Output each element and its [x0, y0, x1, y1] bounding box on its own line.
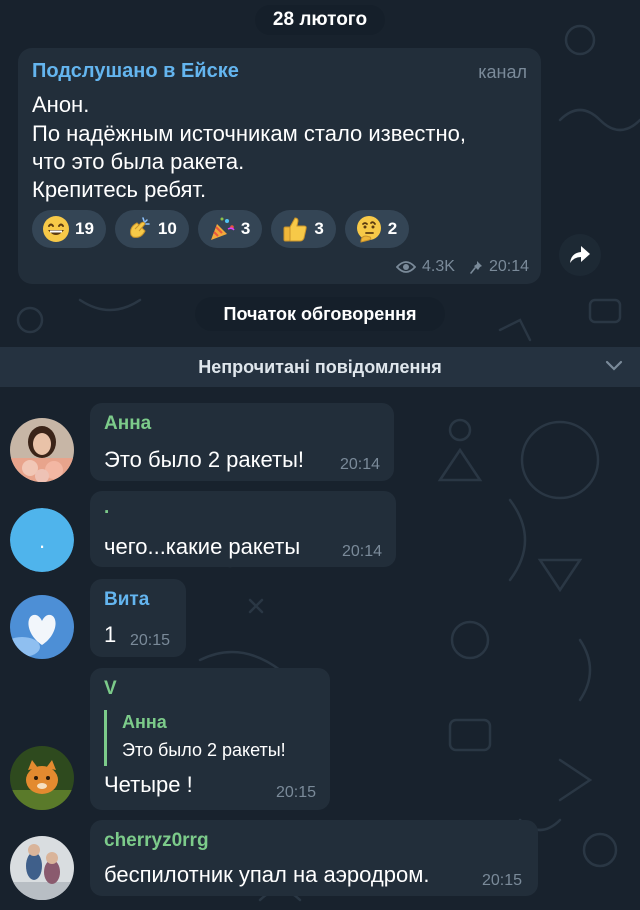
message-bubble[interactable]: Анна Это было 2 ракеты! 20:14: [90, 403, 394, 481]
message-time: 20:15: [130, 632, 171, 649]
avatar-cherryz0rrg[interactable]: [10, 836, 74, 900]
message-bubble[interactable]: V Анна Это было 2 ракеты! Четыре ! 20:15: [90, 668, 330, 810]
grinning-face-icon: [43, 216, 69, 242]
message-text: 1: [104, 622, 117, 647]
message-time: 20:14: [342, 543, 383, 560]
svg-text:.: .: [39, 528, 45, 553]
avatar-vita[interactable]: [10, 595, 74, 659]
reactions-row: 19 10 3 3 2: [32, 210, 410, 248]
post-text-line: что это была ракета.: [32, 149, 245, 174]
message-bubble[interactable]: Вита 1 20:15: [90, 579, 186, 657]
channel-name[interactable]: Подслушано в Ейске: [32, 60, 239, 83]
clapping-hands-icon: [130, 217, 150, 238]
message-author[interactable]: Анна: [104, 413, 151, 435]
chevron-down-icon[interactable]: [604, 359, 624, 373]
reaction-party[interactable]: 3: [197, 210, 263, 248]
channel-type-label: канал: [478, 62, 527, 82]
share-button[interactable]: [559, 234, 601, 276]
thinking-face-icon: [356, 216, 381, 243]
reaction-count: 2: [387, 219, 398, 238]
avatar-v[interactable]: [10, 746, 74, 810]
message-time: 20:15: [482, 872, 523, 889]
pin-icon: [470, 261, 482, 274]
post-text-line: Крепитесь ребят.: [32, 177, 207, 202]
reply-quote[interactable]: Анна Это было 2 ракеты!: [104, 710, 314, 766]
views-count: 4.3K: [422, 258, 455, 275]
post-meta: 4.3K 20:14: [396, 258, 529, 276]
message-bubble[interactable]: . чего...какие ракеты 20:14: [90, 491, 396, 567]
channel-post-bubble[interactable]: Подслушано в Ейске канал Анон. По надёжн…: [18, 48, 541, 284]
thumbs-up-icon: [283, 217, 308, 242]
reaction-grinning[interactable]: 19: [32, 210, 106, 248]
post-text-line: Анон.: [32, 92, 90, 117]
unread-messages-bar: Непрочитані повідомлення: [0, 347, 640, 387]
discussion-start-label: Початок обговорення: [195, 297, 445, 331]
avatar-dot[interactable]: .: [10, 508, 74, 572]
message-author[interactable]: Вита: [104, 589, 149, 611]
unread-label: Непрочитані повідомлення: [198, 356, 442, 377]
reaction-thumbs-up[interactable]: 3: [271, 210, 336, 248]
reaction-count: 19: [75, 219, 94, 238]
message-text: Четыре !: [104, 772, 193, 797]
message-author[interactable]: cherryz0rrg: [104, 830, 209, 852]
message-time: 20:14: [340, 456, 381, 473]
message-text: чего...какие ракеты: [104, 534, 301, 559]
post-text-line: По надёжным источникам стало известно,: [32, 121, 467, 146]
message-author[interactable]: .: [104, 497, 109, 519]
reaction-count: 10: [157, 219, 177, 238]
reply-author: Анна: [122, 712, 167, 732]
forward-arrow-icon: [570, 246, 590, 263]
reaction-thinking[interactable]: 2: [344, 210, 410, 248]
message-text: Это было 2 ракеты!: [104, 447, 305, 472]
reaction-clapping[interactable]: 10: [114, 210, 189, 248]
eye-icon: [396, 261, 417, 273]
message-author[interactable]: V: [104, 678, 117, 700]
message-text: беспилотник упал на аэродром.: [104, 862, 430, 887]
message-time: 20:15: [276, 784, 317, 801]
reaction-count: 3: [314, 219, 324, 238]
party-popper-icon: [210, 217, 235, 240]
post-time: 20:14: [488, 258, 529, 275]
reply-text: Это было 2 ракеты!: [122, 740, 286, 760]
reaction-count: 3: [240, 219, 251, 238]
date-header: 28 лютого: [255, 5, 385, 35]
avatar-anna[interactable]: [10, 418, 74, 482]
message-bubble[interactable]: cherryz0rrg беспилотник упал на аэродром…: [90, 820, 538, 896]
